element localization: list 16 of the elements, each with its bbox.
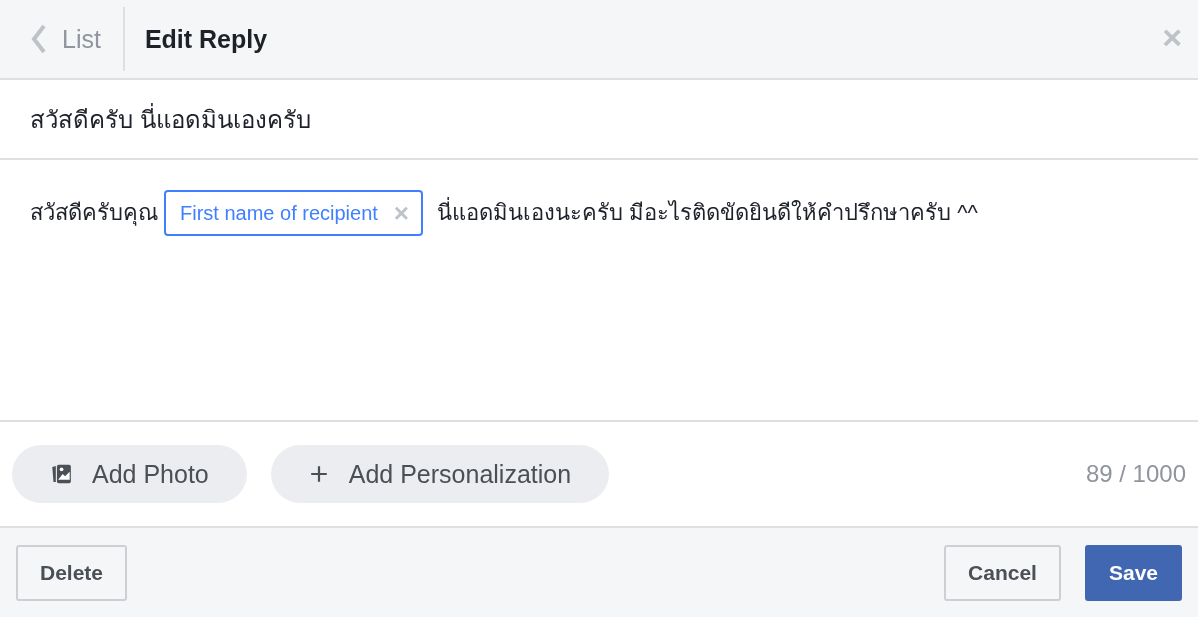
message-text: สวัสดีครับคุณ (30, 199, 158, 228)
add-photo-button[interactable]: Add Photo (12, 445, 247, 503)
message-text: นี่แอดมินเองนะครับ มีอะไรติดขัดยินดีให้คำปรึกษาครับ ^^ (437, 188, 978, 238)
chevron-left-icon (30, 24, 48, 54)
dialog-title: Edit Reply (143, 24, 269, 54)
token-label: First name of recipient (180, 201, 378, 225)
secondary-button[interactable]: Cancel (944, 544, 1061, 601)
secondary-button[interactable]: Delete (16, 544, 128, 601)
character-counter: 89 / 1000 (1085, 460, 1186, 488)
personalization-token[interactable]: First name of recipient × (164, 190, 424, 236)
photo-icon (50, 463, 72, 485)
add-personalization-button[interactable]: Add Personalization (270, 445, 610, 503)
save-button[interactable]: Save (1084, 544, 1182, 601)
subject-field[interactable]: สวัสดีครับ นี่แอดมินเองครับ (0, 99, 1198, 139)
message-field[interactable]: สวัสดีครับคุณ First name of recipient × นี่แอดมินเองนะครับ มีอะไรติดขัดยินดีให้คำปรึกษาครับ ^^ (0, 160, 1198, 422)
plus-icon (308, 464, 329, 484)
